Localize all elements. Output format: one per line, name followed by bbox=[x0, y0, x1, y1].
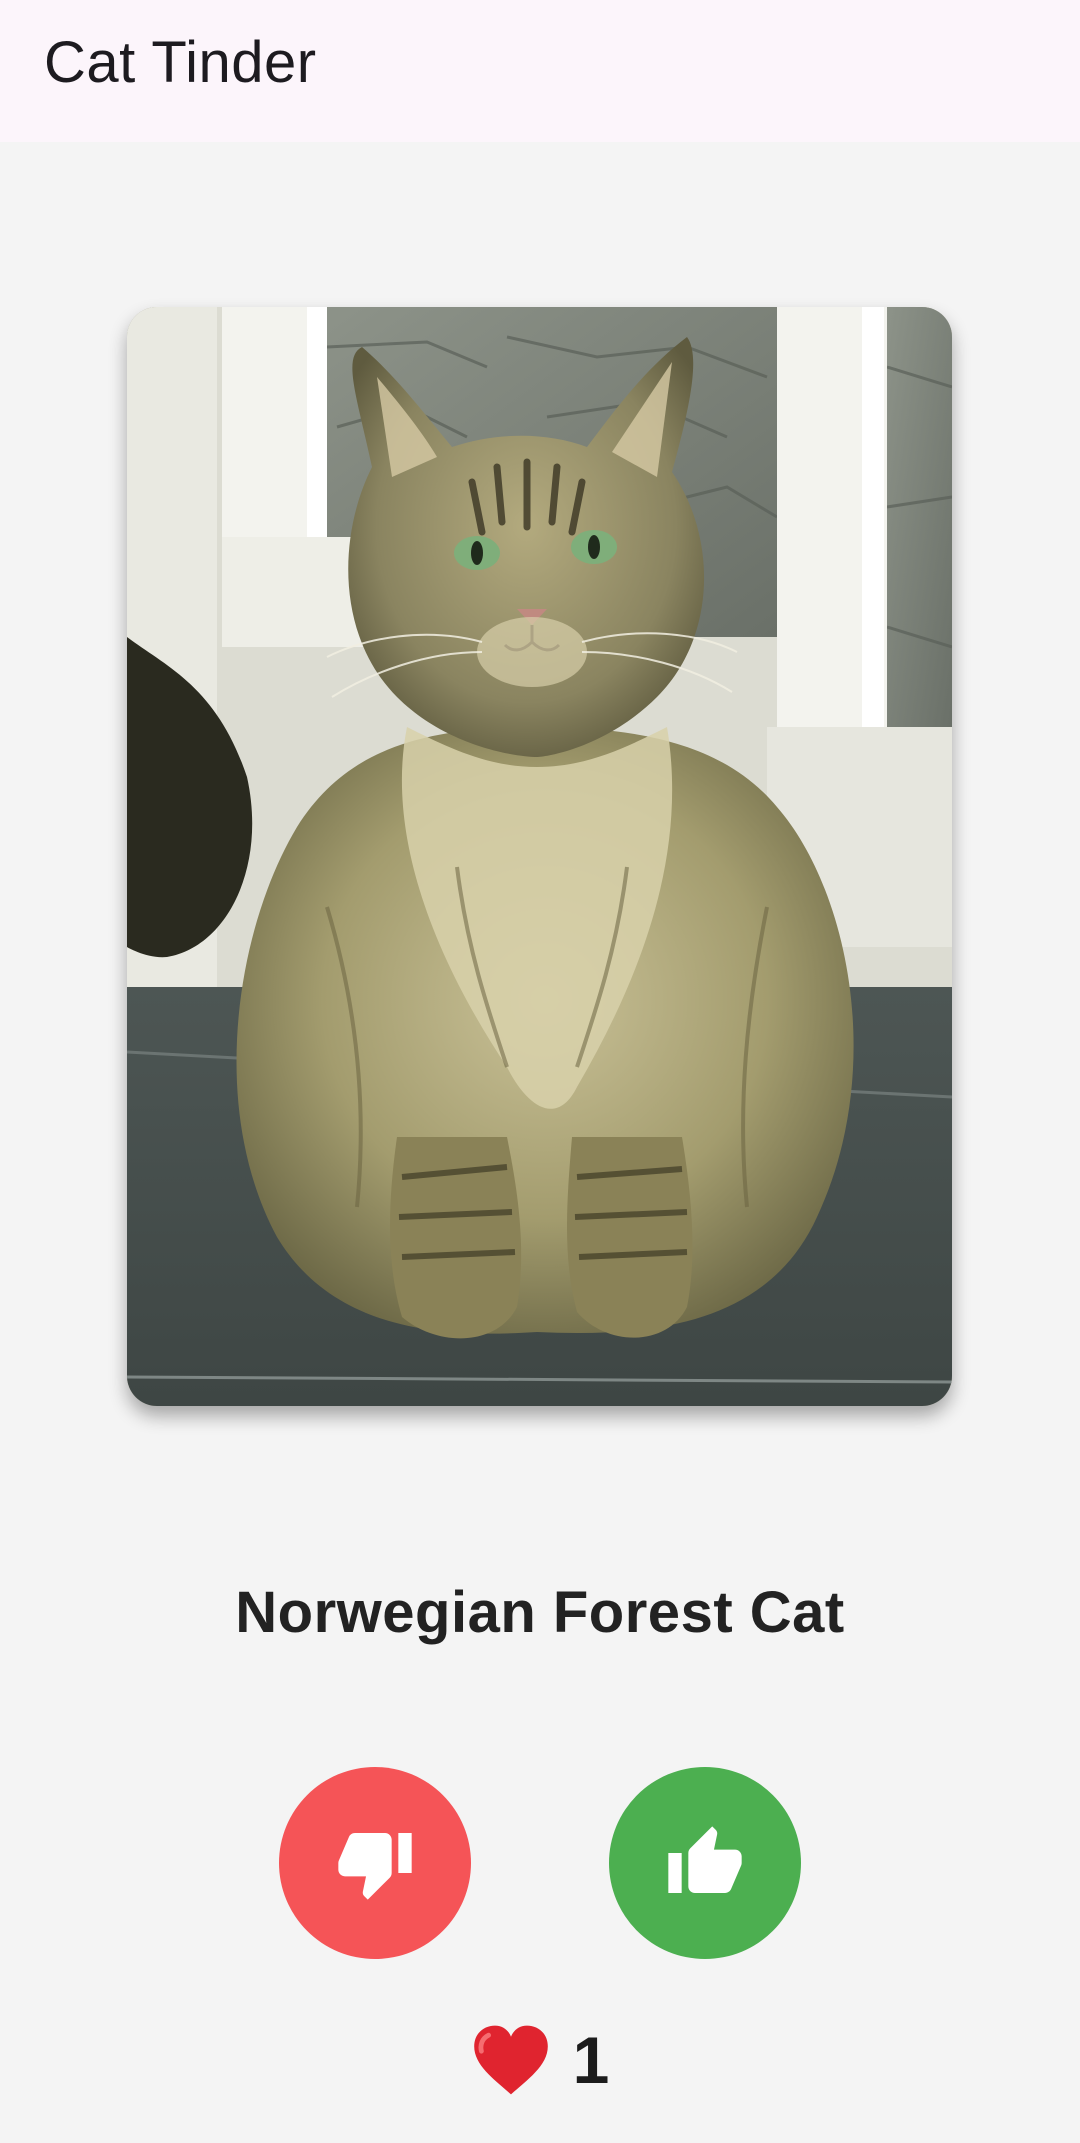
app-bar: Cat Tinder bbox=[0, 0, 1080, 142]
thumb-up-icon bbox=[668, 1826, 742, 1893]
app-title: Cat Tinder bbox=[44, 30, 317, 95]
cat-name: Norwegian Forest Cat bbox=[235, 1580, 845, 1645]
like-counter: 1 bbox=[0, 2022, 1080, 2098]
heart-icon bbox=[473, 2025, 548, 2095]
cat-photo bbox=[127, 307, 952, 1406]
dislike-button[interactable] bbox=[279, 1767, 471, 1959]
cat-photo-card[interactable] bbox=[127, 307, 952, 1406]
like-count: 1 bbox=[572, 2023, 610, 2097]
like-button[interactable] bbox=[609, 1767, 801, 1959]
thumb-down-icon bbox=[338, 1833, 412, 1900]
